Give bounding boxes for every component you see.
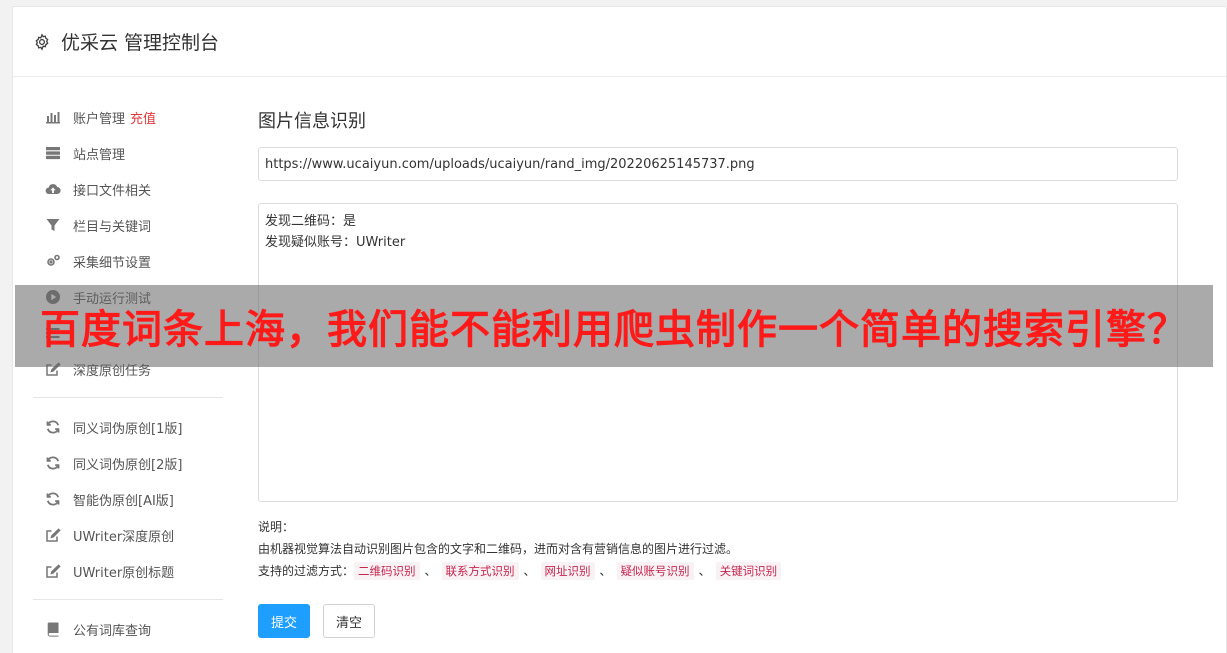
result-line: 发现二维码：是 — [265, 214, 357, 229]
sidebar-item-label: 栏目与关键词 — [73, 219, 152, 235]
cloud-upload-icon — [45, 181, 61, 197]
clear-button[interactable]: 清空 — [323, 604, 376, 638]
sidebar-item[interactable]: 采集细节设置 — [33, 243, 223, 279]
sidebar-item[interactable]: UWriter深度原创 — [33, 517, 223, 553]
filter-separator: 、 — [599, 564, 612, 578]
edit-icon — [45, 527, 61, 543]
filter-separator: 、 — [523, 564, 536, 578]
sidebar-item[interactable]: 站点管理 — [33, 135, 223, 171]
cogs-icon — [45, 253, 61, 269]
sidebar-item[interactable]: 接口文件相关 — [33, 171, 223, 207]
filter-tag: 疑似账号识别 — [616, 562, 694, 580]
main-panel: 图片信息识别 发现二维码：是 发现疑似账号：UWriter 说明： 由机器视觉算… — [258, 107, 1178, 638]
sidebar-item-label: 账户管理 — [73, 111, 126, 127]
sidebar-item-label: 智能伪原创[AI版] — [73, 493, 174, 509]
description-label: 说明： — [258, 520, 295, 534]
sidebar-item-label: 采集细节设置 — [73, 255, 152, 271]
sidebar-item[interactable]: 公有词库查询 — [33, 611, 223, 647]
sidebar-item[interactable]: UWriter原创标题 — [33, 553, 223, 589]
sidebar-item[interactable]: 智能伪原创[AI版] — [33, 481, 223, 517]
overlay-text: 百度词条上海，我们能不能利用爬虫制作一个简单的搜索引擎？ — [40, 307, 1188, 353]
image-url-input[interactable] — [258, 147, 1178, 181]
filter-separator: 、 — [698, 564, 711, 578]
submit-button[interactable]: 提交 — [258, 604, 311, 638]
section-title: 图片信息识别 — [258, 111, 366, 132]
sidebar-item-label: 同义词伪原创[2版] — [73, 457, 183, 473]
sidebar-divider — [33, 397, 223, 398]
refresh-icon — [45, 455, 61, 471]
sidebar-item-label: 接口文件相关 — [73, 183, 152, 199]
filter-icon — [45, 217, 61, 233]
sidebar-item-label: UWriter原创标题 — [73, 565, 175, 581]
bar-chart-icon — [45, 109, 61, 125]
filter-tag: 网址识别 — [540, 562, 595, 580]
sidebar-item[interactable]: 同义词伪原创[1版] — [33, 409, 223, 445]
result-line: 发现疑似账号：UWriter — [265, 235, 406, 250]
gear-icon — [35, 32, 49, 51]
refresh-icon — [45, 491, 61, 507]
refresh-icon — [45, 419, 61, 435]
sidebar: 账户管理充值站点管理接口文件相关栏目与关键词采集细节设置手动运行测试深度原创任务… — [33, 99, 223, 647]
sidebar-item-label: 同义词伪原创[1版] — [73, 421, 183, 437]
filter-tag: 联系方式识别 — [441, 562, 519, 580]
book-icon — [45, 621, 61, 637]
filter-label: 支持的过滤方式： — [258, 564, 355, 578]
server-icon — [45, 145, 61, 161]
button-group: 提交 清空 — [258, 604, 1178, 638]
filter-methods: 支持的过滤方式： 二维码识别、联系方式识别、网址识别、疑似账号识别、关键词识别 — [258, 560, 1178, 582]
recharge-link[interactable]: 充值 — [130, 108, 156, 127]
header: 优采云 管理控制台 — [13, 7, 1226, 77]
filter-tag: 二维码识别 — [354, 562, 420, 580]
filter-separator: 、 — [424, 564, 437, 578]
sidebar-item[interactable]: 栏目与关键词 — [33, 207, 223, 243]
sidebar-item[interactable]: 账户管理 充值 — [33, 99, 223, 135]
sidebar-item-label: UWriter深度原创 — [73, 529, 175, 545]
description-text: 由机器视觉算法自动识别图片包含的文字和二维码，进而对含有营销信息的图片进行过滤。 — [258, 542, 739, 556]
edit-icon — [45, 563, 61, 579]
description: 说明： 由机器视觉算法自动识别图片包含的文字和二维码，进而对含有营销信息的图片进… — [258, 516, 1178, 582]
page-title: 优采云 管理控制台 — [61, 32, 220, 54]
sidebar-divider — [33, 599, 223, 600]
sidebar-item[interactable]: 同义词伪原创[2版] — [33, 445, 223, 481]
overlay-banner: 百度词条上海，我们能不能利用爬虫制作一个简单的搜索引擎？ — [15, 285, 1213, 367]
filter-tag: 关键词识别 — [715, 562, 782, 580]
sidebar-item-label: 公有词库查询 — [73, 623, 152, 639]
sidebar-item-label: 站点管理 — [73, 147, 126, 163]
